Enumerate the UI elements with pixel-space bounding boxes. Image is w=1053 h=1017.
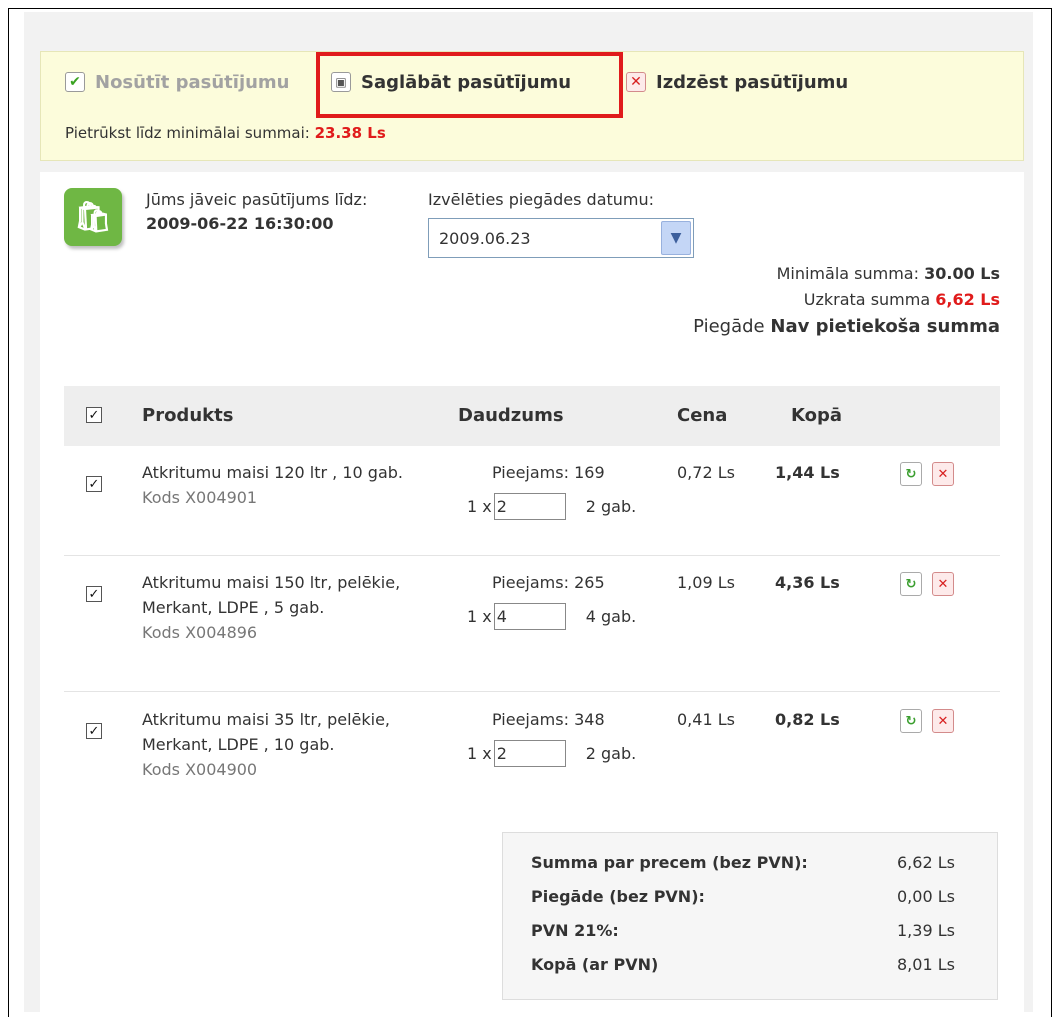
delivery-cost-value: 0,00 Ls	[897, 887, 955, 906]
refresh-icon[interactable]: ↻	[900, 572, 922, 596]
refresh-icon[interactable]: ↻	[900, 462, 922, 486]
send-order-label: Nosūtīt pasūtījumu	[95, 71, 290, 93]
chevron-down-icon[interactable]: ▼	[661, 221, 691, 255]
delivery-cost-label: Piegāde (bez PVN):	[531, 887, 705, 906]
save-order-button[interactable]: ▣ Saglābāt pasūtījumu	[331, 68, 571, 96]
select-all-checkbox[interactable]: ✓	[86, 407, 102, 423]
table-row: ✓ Atkritumu maisi 150 ltr, pelēkie, Merk…	[64, 570, 1000, 692]
product-cell: Atkritumu maisi 35 ltr, pelēkie, Merkant…	[142, 707, 442, 782]
quantity-suffix: 2 gab.	[585, 496, 637, 516]
unit-price: 0,72 Ls	[677, 463, 735, 482]
product-name: Atkritumu maisi 150 ltr, pelēkie, Merkan…	[142, 573, 401, 617]
quantity-prefix: 1 x	[467, 743, 492, 763]
line-total: 1,44 Ls	[775, 463, 840, 482]
column-header-total: Kopā	[791, 405, 843, 426]
shopping-bag-icon: 🛍	[64, 188, 122, 246]
available-stock: Pieejams: 348	[492, 710, 605, 729]
product-cell: Atkritumu maisi 150 ltr, pelēkie, Merkan…	[142, 570, 442, 645]
delivery-status-line: Piegāde Nav pietiekoša summa	[693, 316, 1000, 337]
product-code: Kods X004900	[142, 760, 258, 779]
table-header: ✓ Produkts Daudzums Cena Kopā	[64, 386, 1000, 446]
accumulated-sum-label: Uzkrata summa	[803, 290, 931, 309]
delete-order-label: Izdzēst pasūtījumu	[656, 71, 849, 93]
minimum-shortfall-text: Pietrūkst līdz minimālai summai: 23.38 L…	[65, 124, 386, 142]
row-checkbox[interactable]: ✓	[86, 586, 102, 602]
product-name: Atkritumu maisi 35 ltr, pelēkie, Merkant…	[142, 710, 390, 754]
delete-order-button[interactable]: ✕ Izdzēst pasūtījumu	[626, 68, 848, 96]
column-header-product: Produkts	[142, 405, 234, 426]
order-action-bar: ✔ Nosūtīt pasūtījumu ▣ Saglābāt pasūtīju…	[40, 51, 1024, 161]
goods-sum-label: Summa par precem (bez PVN):	[531, 853, 808, 872]
refresh-icon[interactable]: ↻	[900, 709, 922, 733]
unit-price: 1,09 Ls	[677, 573, 735, 592]
quantity-prefix: 1 x	[467, 606, 492, 626]
shortfall-value: 23.38 Ls	[314, 124, 386, 142]
row-checkbox[interactable]: ✓	[86, 476, 102, 492]
vat-value: 1,39 Ls	[897, 921, 955, 940]
order-content: 🛍 Jūms jāveic pasūtījums līdz: 2009-06-2…	[40, 172, 1024, 1017]
check-icon: ✔	[65, 72, 85, 92]
send-order-button[interactable]: ✔ Nosūtīt pasūtījumu	[65, 68, 290, 96]
deadline-label: Jūms jāveic pasūtījums līdz:	[146, 190, 368, 209]
save-order-label: Saglābāt pasūtījumu	[361, 71, 572, 93]
quantity-input[interactable]	[493, 602, 566, 630]
delivery-date-select[interactable]: 2009.06.23 ▼	[428, 218, 694, 258]
minimum-sum-value: 30.00 Ls	[924, 264, 1000, 283]
unit-price: 0,41 Ls	[677, 710, 735, 729]
line-total: 0,82 Ls	[775, 710, 840, 729]
save-disk-icon: ▣	[331, 72, 351, 92]
available-stock: Pieejams: 265	[492, 573, 605, 592]
order-totals: Summa par precem (bez PVN): 6,62 Ls Pieg…	[502, 832, 998, 1000]
table-row: ✓ Atkritumu maisi 35 ltr, pelēkie, Merka…	[64, 707, 1000, 807]
deadline-value: 2009-06-22 16:30:00	[146, 214, 334, 233]
quantity-prefix: 1 x	[467, 496, 492, 516]
column-header-price: Cena	[677, 405, 728, 426]
delete-x-icon[interactable]: ✕	[932, 572, 954, 596]
table-row: ✓ Atkritumu maisi 120 ltr , 10 gab. Kods…	[64, 460, 1000, 556]
delivery-date-label: Izvēlēties piegādes datumu:	[428, 190, 655, 209]
delivery-status-label: Piegāde	[693, 316, 765, 337]
vat-label: PVN 21%:	[531, 921, 619, 940]
available-stock: Pieejams: 169	[492, 463, 605, 482]
minimum-sum-line: Minimāla summa: 30.00 Ls	[777, 264, 1000, 283]
grand-total-label: Kopā (ar PVN)	[531, 955, 659, 974]
product-cell: Atkritumu maisi 120 ltr , 10 gab. Kods X…	[142, 460, 442, 510]
quantity-control: 1 x 2 gab.	[467, 492, 636, 520]
delete-x-icon[interactable]: ✕	[932, 709, 954, 733]
shortfall-label: Pietrūkst līdz minimālai summai:	[65, 124, 310, 142]
delivery-status-value: Nav pietiekoša summa	[770, 316, 1000, 337]
product-code: Kods X004896	[142, 623, 258, 642]
quantity-input[interactable]	[493, 739, 566, 767]
goods-sum-value: 6,62 Ls	[897, 853, 955, 872]
column-header-quantity: Daudzums	[458, 405, 564, 426]
line-total: 4,36 Ls	[775, 573, 840, 592]
accumulated-sum-line: Uzkrata summa 6,62 Ls	[804, 290, 1000, 309]
quantity-suffix: 2 gab.	[585, 743, 637, 763]
accumulated-sum-value: 6,62 Ls	[935, 290, 1000, 309]
product-name: Atkritumu maisi 120 ltr , 10 gab.	[142, 463, 403, 482]
quantity-input[interactable]	[493, 492, 566, 520]
quantity-control: 1 x 2 gab.	[467, 739, 636, 767]
grand-total-value: 8,01 Ls	[897, 955, 955, 974]
row-checkbox[interactable]: ✓	[86, 723, 102, 739]
delivery-date-value: 2009.06.23	[439, 228, 531, 248]
quantity-suffix: 4 gab.	[585, 606, 637, 626]
delete-x-icon[interactable]: ✕	[932, 462, 954, 486]
quantity-control: 1 x 4 gab.	[467, 602, 636, 630]
product-code: Kods X004901	[142, 488, 258, 507]
delete-x-icon: ✕	[626, 72, 646, 92]
minimum-sum-label: Minimāla summa:	[776, 264, 919, 283]
